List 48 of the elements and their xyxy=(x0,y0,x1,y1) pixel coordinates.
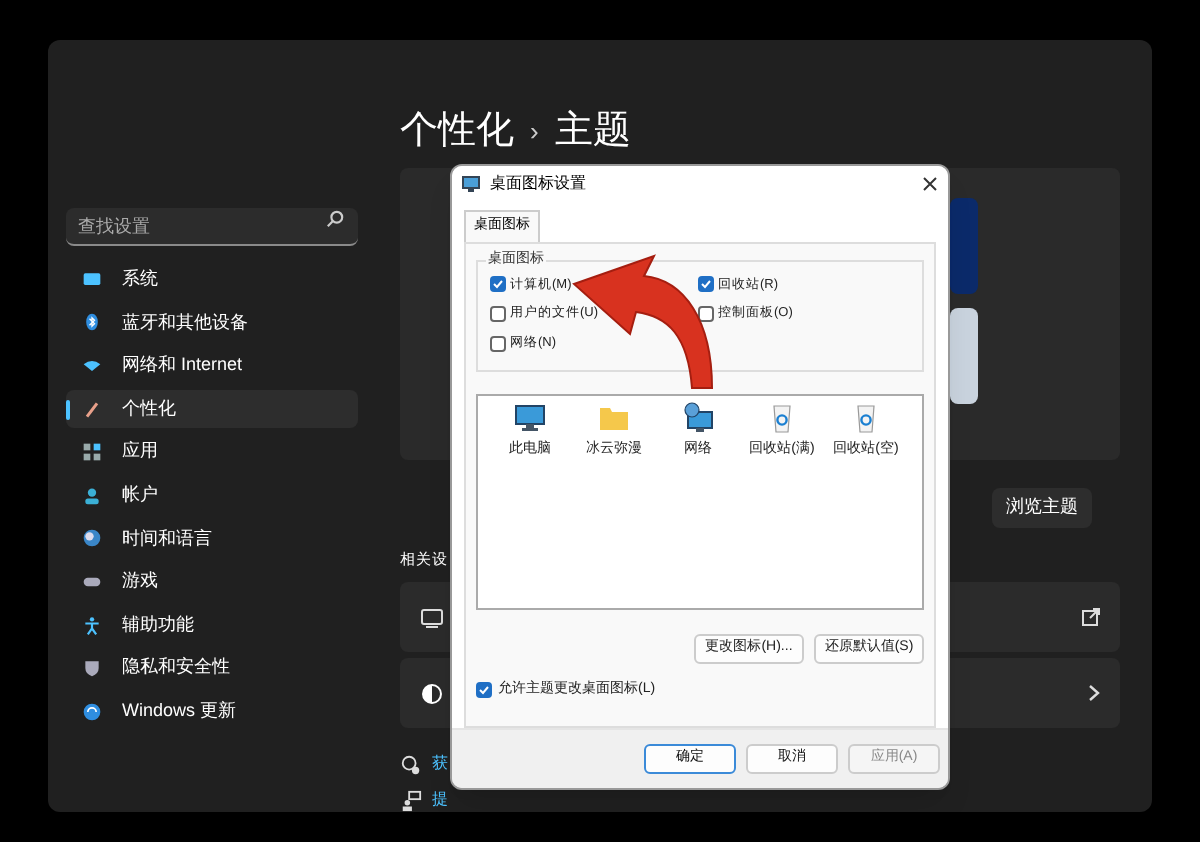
sidebar-item[interactable]: 应用 xyxy=(66,432,358,472)
theme-thumbnail xyxy=(950,198,978,294)
person-icon xyxy=(82,485,102,506)
monitor-icon xyxy=(420,605,444,629)
shield-icon xyxy=(82,658,102,679)
sidebar-item[interactable]: 辅助功能 xyxy=(66,605,358,645)
sidebar-item[interactable]: 蓝牙和其他设备 xyxy=(66,303,358,343)
sidebar-item[interactable]: 网络和 Internet xyxy=(66,346,358,386)
sidebar-item[interactable]: Windows 更新 xyxy=(66,691,358,732)
network-icon[interactable] xyxy=(682,401,714,433)
breadcrumb-separator: › xyxy=(530,114,539,151)
window-icon xyxy=(462,175,480,191)
sidebar-item[interactable]: 系统 xyxy=(66,260,358,300)
checkbox[interactable] xyxy=(698,276,714,293)
brush-icon xyxy=(82,399,102,420)
checkbox[interactable] xyxy=(490,335,506,352)
search-icon xyxy=(326,210,344,228)
breadcrumb-item[interactable]: 个性化 xyxy=(400,103,514,161)
bluetooth-icon xyxy=(82,312,102,333)
dialog-title: 桌面图标设置 xyxy=(490,171,586,195)
link[interactable]: 提 xyxy=(432,788,448,812)
sidebar-item[interactable]: 帐户 xyxy=(66,475,358,516)
apps-icon xyxy=(82,442,102,463)
theme-thumbnail xyxy=(950,308,978,404)
help-icon xyxy=(400,753,422,775)
checkbox[interactable] xyxy=(698,306,714,323)
search-field[interactable]: 查找设置 xyxy=(66,208,358,246)
sidebar-item[interactable]: 隐私和安全性 xyxy=(66,648,358,688)
sidebar-item[interactable]: 时间和语言 xyxy=(66,519,358,559)
update-icon xyxy=(82,701,102,722)
sidebar-item[interactable]: 游戏 xyxy=(66,562,358,602)
wifi-icon xyxy=(82,355,102,376)
chevron-right-icon xyxy=(1088,684,1100,702)
breadcrumb-item: 主题 xyxy=(554,107,631,156)
checkbox[interactable] xyxy=(476,681,492,698)
pc-icon[interactable] xyxy=(514,401,546,433)
browse-themes-button[interactable]: 浏览主题 xyxy=(992,487,1092,528)
external-link-icon xyxy=(1082,608,1100,626)
feedback-icon xyxy=(400,789,422,811)
checkbox[interactable] xyxy=(490,306,506,323)
globe-icon xyxy=(82,528,102,549)
close-icon[interactable] xyxy=(922,175,938,191)
monitor-icon xyxy=(82,269,102,290)
contrast-icon xyxy=(420,681,444,705)
sidebar-item[interactable]: 个性化 xyxy=(66,389,358,429)
accessibility-icon xyxy=(82,615,102,636)
checkbox[interactable] xyxy=(490,276,506,293)
link[interactable]: 获 xyxy=(432,752,448,776)
